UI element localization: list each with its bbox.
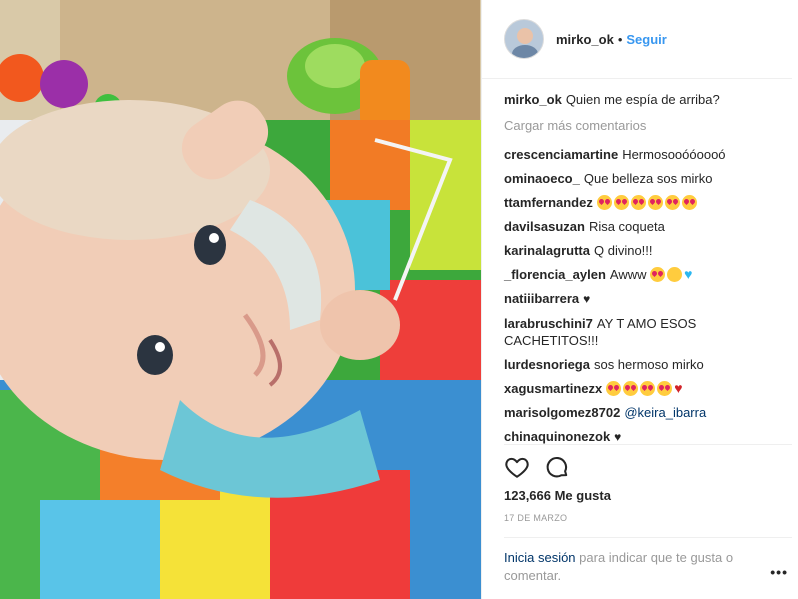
- comment-text: Q divino!!!: [593, 243, 653, 258]
- caption-text: Quien me espía de arriba?: [565, 92, 720, 107]
- comment-username[interactable]: ominaoeco_: [504, 171, 580, 186]
- post-date: 17 DE MARZO: [504, 513, 568, 523]
- black-heart-emoji-icon: ♥: [583, 292, 591, 306]
- post-photo[interactable]: [0, 0, 481, 599]
- comment-item: crescenciamartine Hermosooóóoooó: [504, 146, 782, 163]
- header-username[interactable]: mirko_ok: [556, 32, 614, 47]
- post-sidebar: mirko_ok • Seguir mirko_ok Quien me espía…: [481, 0, 798, 599]
- comment-item: ttamfernandez: [504, 194, 782, 211]
- heart-eyes-emoji-icon: [681, 195, 697, 210]
- speech-bubble-icon[interactable]: [544, 454, 570, 480]
- avatar[interactable]: [504, 19, 544, 59]
- comment-username[interactable]: crescenciamartine: [504, 147, 618, 162]
- comment-username[interactable]: marisolgomez8702: [504, 405, 620, 420]
- heart-eyes-emoji-icon: [623, 381, 639, 396]
- login-link[interactable]: Inicia sesión: [504, 550, 576, 565]
- comment-item: karinalagrutta Q divino!!!: [504, 242, 782, 259]
- comment-username[interactable]: larabruschini7: [504, 316, 593, 331]
- comment-text: Awww: [609, 267, 647, 282]
- comments-list: mirko_ok Quien me espía de arriba? Cargar…: [482, 79, 798, 445]
- comment-text: sos hermoso mirko: [593, 357, 704, 372]
- heart-eyes-emoji-icon: [596, 195, 612, 210]
- actions-divider: [504, 444, 792, 445]
- comment-item: larabruschini7 AY T AMO ESOS CACHETITOS!!…: [504, 315, 782, 349]
- follow-button[interactable]: Seguir: [626, 32, 666, 47]
- comment-item: _florencia_aylen Awww ♥: [504, 266, 782, 283]
- comment-username[interactable]: chinaquinonezok: [504, 429, 610, 444]
- caption-username[interactable]: mirko_ok: [504, 92, 562, 107]
- comment-username[interactable]: xagusmartinezx: [504, 381, 602, 396]
- login-prompt: Inicia sesión para indicar que te gusta …: [504, 549, 764, 585]
- comment-item: lurdesnoriega sos hermoso mirko: [504, 356, 782, 373]
- comment-username[interactable]: natiiibarrera: [504, 291, 579, 306]
- like-count[interactable]: 123,666 Me gusta: [504, 488, 611, 503]
- heart-emoji-icon: ♥: [674, 380, 683, 396]
- heart-outline-icon[interactable]: [504, 454, 530, 480]
- comment-item: xagusmartinezx ♥: [504, 380, 782, 397]
- heart-eyes-emoji-icon: [640, 381, 656, 396]
- baby-photo-illustration: [0, 0, 481, 599]
- comment-username[interactable]: ttamfernandez: [504, 195, 593, 210]
- comment-username[interactable]: lurdesnoriega: [504, 357, 590, 372]
- login-divider: [504, 537, 792, 538]
- heart-eyes-emoji-icon: [606, 381, 622, 396]
- action-bar: [504, 454, 570, 480]
- comment-username[interactable]: davilsasuzan: [504, 219, 585, 234]
- load-more-comments-button[interactable]: Cargar más comentarios: [504, 118, 782, 133]
- heart-eyes-emoji-icon: [647, 195, 663, 210]
- avatar-image: [505, 20, 543, 58]
- blue-heart-emoji-icon: ♥: [684, 266, 693, 282]
- header-separator: •: [617, 31, 623, 47]
- more-options-icon[interactable]: •••: [770, 564, 788, 580]
- comment-container: crescenciamartine Hermosooóóoooó ominaoeco…: [504, 146, 782, 446]
- caption: mirko_ok Quien me espía de arriba?: [504, 91, 782, 108]
- comment-username[interactable]: _florencia_aylen: [504, 267, 606, 282]
- comment-text: Hermosooóóoooó: [622, 147, 726, 162]
- smiling-face-emoji-icon: [667, 267, 683, 282]
- heart-eyes-emoji-icon: [657, 381, 673, 396]
- comment-username[interactable]: karinalagrutta: [504, 243, 590, 258]
- comment-mention-link[interactable]: @keira_ibarra: [624, 405, 706, 420]
- comment-item: davilsasuzan Risa coqueta: [504, 218, 782, 235]
- heart-eyes-emoji-icon: [630, 195, 646, 210]
- comment-text: Que belleza sos mirko: [583, 171, 713, 186]
- comment-item: ominaoeco_ Que belleza sos mirko: [504, 170, 782, 187]
- heart-eyes-emoji-icon: [650, 267, 666, 282]
- comment-item: marisolgomez8702 @keira_ibarra: [504, 404, 782, 421]
- heart-eyes-emoji-icon: [613, 195, 629, 210]
- comment-item: natiiibarrera ♥: [504, 290, 782, 308]
- comment-text: Risa coqueta: [588, 219, 665, 234]
- post-header: mirko_ok • Seguir: [482, 0, 792, 79]
- instagram-post: mirko_ok • Seguir mirko_ok Quien me espía…: [0, 0, 798, 599]
- heart-eyes-emoji-icon: [664, 195, 680, 210]
